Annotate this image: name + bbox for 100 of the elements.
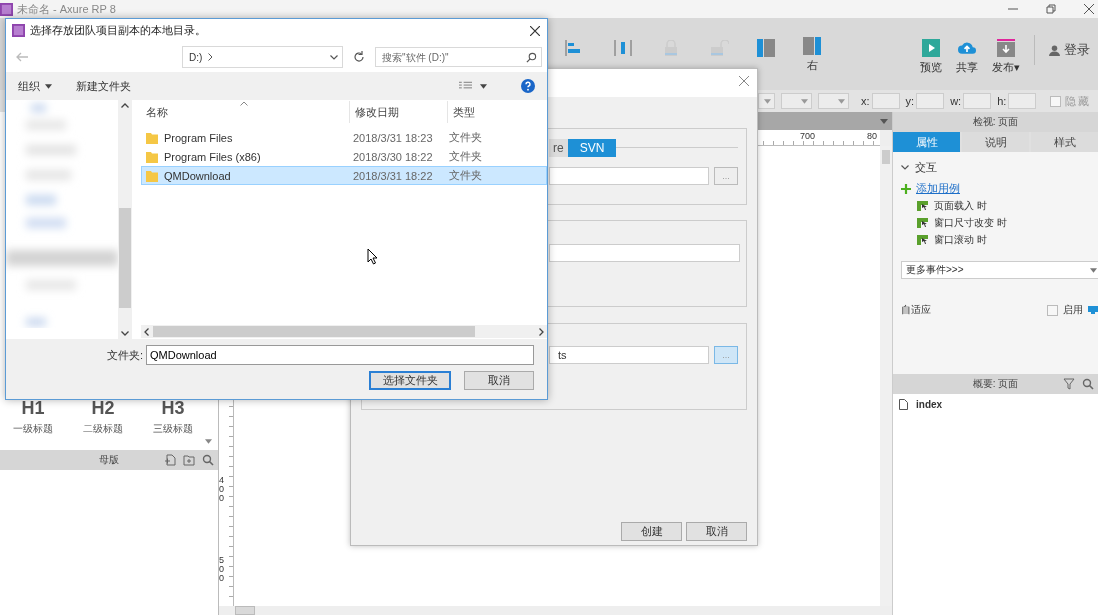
dialog-title: 选择存放团队项目副本的本地目录。: [30, 23, 206, 38]
folder-icon: [146, 169, 158, 182]
restore-icon[interactable]: [1046, 4, 1056, 14]
input-field[interactable]: [1008, 93, 1037, 109]
caret-icon: [838, 98, 845, 104]
column-header[interactable]: 名称: [141, 101, 350, 123]
dialog-button[interactable]: 取消: [686, 522, 747, 541]
horizontal-scrollbar[interactable]: [141, 325, 547, 338]
event-label[interactable]: 页面载入 时: [934, 199, 987, 213]
devices-icon[interactable]: [1088, 306, 1098, 314]
align-center-icon[interactable]: [613, 40, 633, 56]
input-field[interactable]: [871, 93, 900, 109]
app-logo-icon: [0, 2, 13, 16]
page-icon: [899, 399, 908, 410]
app-title: 未命名 - Axure RP 8: [17, 1, 116, 17]
refresh-icon[interactable]: [353, 51, 365, 63]
input-field[interactable]: [549, 167, 709, 185]
checkbox[interactable]: [1050, 95, 1062, 107]
format-dropdown[interactable]: [758, 93, 775, 109]
file-row[interactable]: Program Files 2018/3/31 18:23 文件夹: [141, 128, 547, 147]
download-icon[interactable]: [997, 39, 1015, 57]
close-icon[interactable]: [530, 25, 540, 36]
field-label: y:: [905, 95, 915, 107]
dialog-button[interactable]: 创建: [621, 522, 682, 541]
more-events-dropdown[interactable]: 更多事件>>>: [901, 261, 1098, 279]
file-row[interactable]: QMDownload 2018/3/31 18:22 文件夹: [141, 166, 547, 185]
chevron-down-icon[interactable]: [330, 54, 338, 60]
mouse-pointer-icon: [367, 248, 378, 265]
ruler-label: 500: [219, 556, 225, 583]
file-name: QMDownload: [164, 169, 231, 182]
add-folder-icon[interactable]: [183, 454, 195, 466]
chevron-icon[interactable]: [901, 164, 909, 170]
help-icon[interactable]: [521, 79, 535, 93]
checkbox-label: 隐藏: [1065, 93, 1092, 109]
chevron-left-icon: [144, 327, 149, 336]
scroll-down-icon[interactable]: [205, 439, 212, 444]
input-field[interactable]: [549, 244, 740, 262]
file-type: 文件夹: [448, 168, 483, 183]
event-label[interactable]: 窗口尺寸改变 时: [934, 216, 1007, 230]
folder-icon: [146, 131, 158, 144]
heading-sample[interactable]: H2: [91, 400, 115, 416]
view-list-icon[interactable]: [459, 81, 472, 91]
dialog-button[interactable]: 取消: [464, 371, 534, 390]
file-name: Program Files (x86): [164, 150, 261, 163]
column-header[interactable]: 修改日期: [350, 101, 448, 123]
toolbar-label: 共享: [956, 60, 978, 75]
field-label: w:: [950, 95, 962, 107]
inspector-tab[interactable]: 样式: [1031, 132, 1098, 152]
search-field[interactable]: 搜索"软件 (D:)": [375, 47, 542, 67]
heading-sample[interactable]: H1: [21, 400, 45, 416]
add-case-link[interactable]: 添加用例: [916, 181, 960, 196]
login-button[interactable]: 登录: [1049, 41, 1090, 59]
user-icon: [1049, 44, 1060, 56]
checkbox[interactable]: [1047, 304, 1058, 316]
caret-icon: [1090, 267, 1097, 273]
file-date: 2018/3/31 18:22: [352, 169, 434, 182]
close-icon[interactable]: [1084, 4, 1094, 14]
format-dropdown[interactable]: [781, 93, 812, 109]
widget-label: 二级标题: [83, 422, 123, 436]
split-panel-icon[interactable]: [803, 37, 821, 55]
address-bar[interactable]: D:): [182, 46, 343, 68]
back-arrow-icon[interactable]: [16, 52, 28, 62]
filter-icon[interactable]: [1063, 378, 1075, 390]
input-field[interactable]: [916, 93, 945, 109]
ruler-label: 80: [867, 131, 877, 141]
search-icon[interactable]: [1082, 378, 1094, 390]
file-row[interactable]: Program Files (x86) 2018/3/30 18:22 文件夹: [141, 147, 547, 166]
new-folder-button[interactable]: 新建文件夹: [76, 78, 131, 94]
panel-title: 检视: 页面: [972, 115, 1019, 129]
file-date: 2018/3/30 18:22: [352, 150, 434, 163]
search-icon[interactable]: [202, 454, 214, 466]
file-date: 2018/3/31 18:23: [352, 131, 434, 144]
column-header[interactable]: 类型: [448, 101, 547, 123]
input-field[interactable]: [963, 93, 992, 109]
section-title: 交互: [915, 159, 937, 175]
setting-label: 自适应: [901, 303, 931, 317]
input-field[interactable]: ts: [549, 346, 709, 364]
dialog-button[interactable]: 选择文件夹: [369, 371, 451, 390]
event-label[interactable]: 窗口滚动 时: [934, 233, 987, 247]
play-icon[interactable]: [922, 39, 940, 57]
horizontal-scrollbar[interactable]: [219, 606, 892, 615]
tool-label: 右: [806, 58, 818, 73]
caret-icon: [764, 98, 771, 104]
plus-icon: [901, 183, 911, 194]
format-dropdown[interactable]: [818, 93, 849, 109]
folder-field[interactable]: QMDownload: [146, 345, 534, 365]
checkbox-label: 启用: [1063, 303, 1083, 317]
inspector-tab[interactable]: 说明: [962, 132, 1029, 152]
event-icon: [917, 235, 928, 245]
add-page-icon[interactable]: [164, 454, 176, 466]
event-icon: [917, 218, 928, 228]
repository-tab[interactable]: re: [549, 139, 568, 157]
chevron-down-icon: [121, 331, 129, 336]
organize-menu[interactable]: 组织: [18, 78, 52, 94]
widget-label: 一级标题: [13, 422, 53, 436]
page-name[interactable]: index: [916, 399, 943, 410]
chevron-up-icon: [121, 103, 129, 108]
dropdown-value: 更多事件>>>: [906, 263, 964, 277]
heading-sample[interactable]: H3: [161, 400, 185, 416]
split-panel-icon[interactable]: [757, 39, 775, 57]
